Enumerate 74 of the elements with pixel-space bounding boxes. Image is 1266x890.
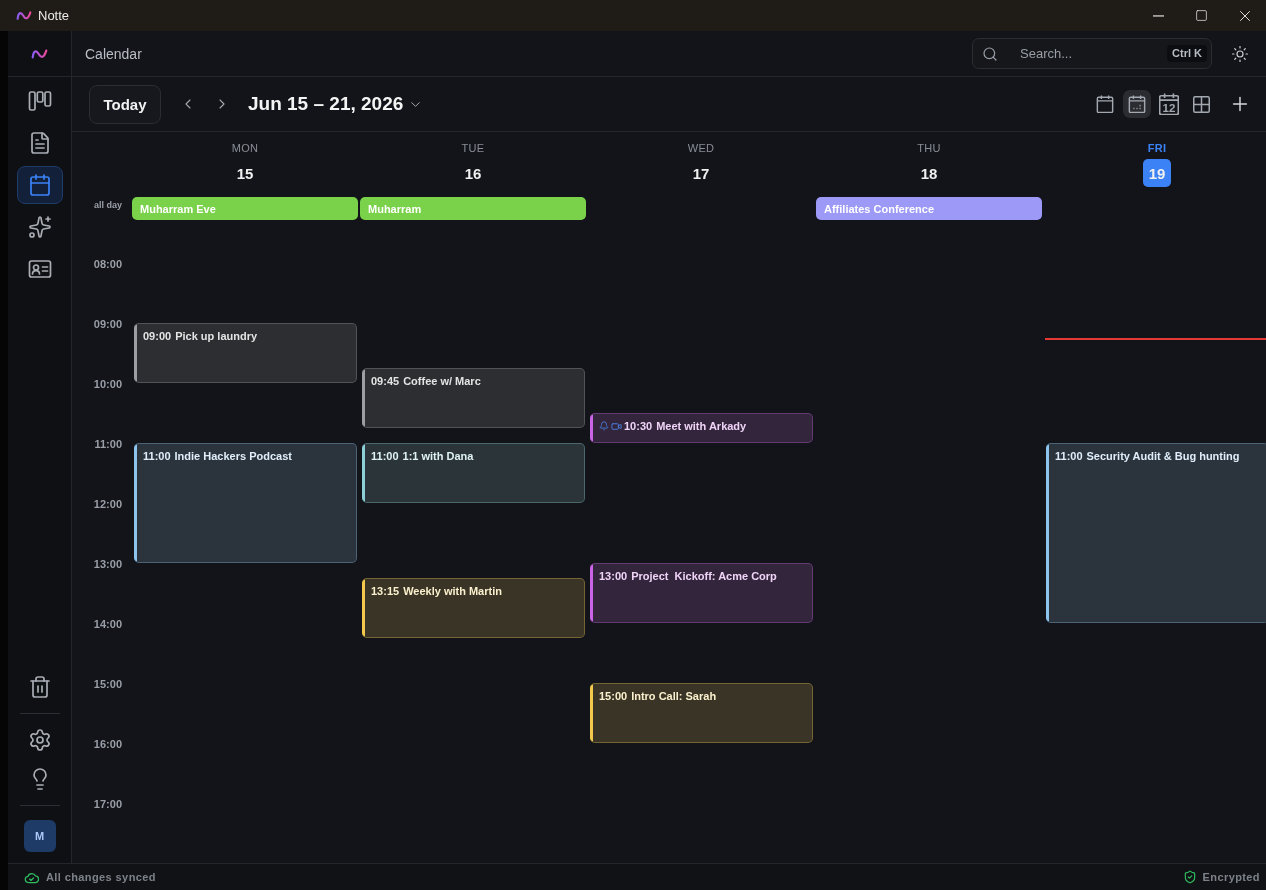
window-title: Notte (38, 8, 70, 23)
sun-icon (1231, 44, 1249, 63)
event-title: Pick up laundry (175, 329, 258, 343)
event-time: 13:00 (599, 569, 628, 583)
calendar-icon (1096, 95, 1114, 113)
cloud-check-icon (24, 870, 39, 884)
event-card[interactable]: 09:00 Pick up laundry (134, 323, 357, 383)
weekday-label: TUE (461, 141, 485, 155)
event-time: 13:15 (371, 584, 400, 598)
settings-icon (27, 728, 52, 752)
event-card[interactable]: 13:00 Project Kickoff: Acme Corp (590, 563, 813, 623)
sparkles-icon (27, 215, 52, 239)
event-card[interactable]: 09:45 Coffee w/ Marc (362, 368, 585, 428)
event-time: 09:00 (143, 329, 172, 343)
weekday-label: THU (917, 141, 941, 155)
event-card[interactable]: 13:15 Weekly with Martin (362, 578, 585, 638)
event-card[interactable]: 11:00 Security Audit & Bug hunting (1046, 443, 1266, 623)
sidebar-item[interactable] (16, 166, 63, 204)
hour-label: 09:00 (93, 317, 122, 331)
event-title: Project Kickoff: Acme Corp (631, 569, 777, 583)
trash-icon (27, 675, 52, 699)
weekday-label: FRI (1147, 141, 1167, 155)
weekday-label: MON (231, 141, 259, 155)
event-title: Coffee w/ Marc (403, 374, 481, 388)
today-button[interactable]: Today (89, 84, 161, 124)
columns-icon (27, 89, 52, 113)
search-icon (982, 46, 998, 62)
hour-label: 11:00 (94, 437, 122, 451)
sync-status: All changes synced (46, 871, 156, 883)
all-day-label: all day (93, 199, 123, 212)
hour-label: 15:00 (93, 677, 122, 691)
event-time: 10:30 (624, 419, 653, 433)
event-card[interactable]: 11:00 Indie Hackers Podcast (134, 443, 357, 563)
contact-card-icon (27, 257, 52, 281)
hour-label: 14:00 (93, 617, 122, 631)
event-card[interactable]: 15:00 Intro Call: Sarah (590, 683, 813, 743)
event-title: Intro Call: Sarah (631, 689, 717, 703)
date-range-dropdown[interactable]: Jun 15 – 21, 2026 (248, 93, 424, 115)
event-title: Security Audit & Bug hunting (1086, 449, 1240, 463)
event-card[interactable]: 11:00 1:1 with Dana (362, 443, 585, 503)
day-number[interactable]: 15 (231, 159, 259, 187)
calendar-week-icon (1128, 95, 1146, 113)
day-number[interactable]: 17 (687, 159, 715, 187)
event-time: 11:00 (1055, 449, 1083, 463)
wave-logo-icon (31, 47, 48, 60)
encryption-status: Encrypted (1202, 871, 1260, 883)
weekday-label: WED (687, 141, 715, 155)
event-title: Indie Hackers Podcast (174, 449, 292, 463)
event-card[interactable]: 10:30 Meet with Arkady (590, 413, 813, 443)
view-button[interactable] (1123, 90, 1151, 118)
user-avatar[interactable]: M (23, 820, 56, 852)
event-title: 1:1 with Dana (402, 449, 474, 463)
event-title: Meet with Arkady (656, 419, 747, 433)
hour-label: 10:00 (93, 377, 122, 391)
event-title: Weekly with Martin (403, 584, 502, 598)
hour-label: 17:00 (93, 797, 122, 811)
event-time: 15:00 (599, 689, 628, 703)
hour-label: 16:00 (93, 737, 122, 751)
page-title: Calendar (85, 45, 142, 62)
minimize-icon (1153, 14, 1164, 17)
event-time: 09:45 (371, 374, 400, 388)
hour-label: 08:00 (93, 257, 122, 271)
event-time: 11:00 (371, 449, 399, 463)
shield-check-icon (1182, 870, 1197, 884)
calendar-icon (27, 173, 52, 197)
shortcut-hint: Ctrl K (1167, 45, 1207, 62)
hour-label: 12:00 (93, 497, 122, 511)
event-time: 11:00 (143, 449, 171, 463)
hour-label: 13:00 (93, 557, 122, 571)
wave-logo-icon (16, 9, 32, 22)
maximize-icon (1195, 9, 1208, 22)
grid-icon (1192, 95, 1210, 113)
day-number[interactable]: 18 (915, 159, 943, 187)
day-number[interactable]: 16 (459, 159, 487, 187)
